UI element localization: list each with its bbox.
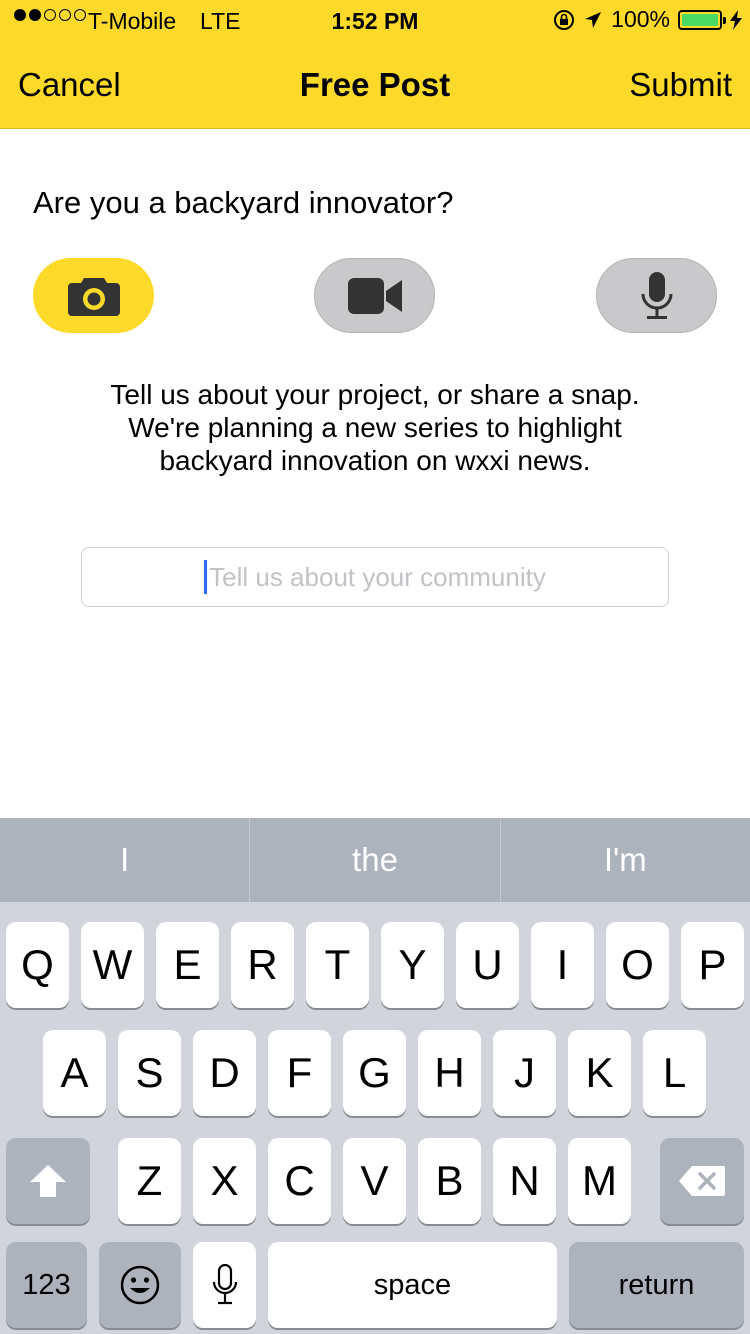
cancel-button[interactable]: Cancel xyxy=(18,66,121,104)
question-heading: Are you a backyard innovator? xyxy=(33,185,454,220)
community-input[interactable]: Tell us about your community xyxy=(81,547,669,607)
microphone-icon xyxy=(212,1264,237,1305)
shift-key[interactable] xyxy=(6,1138,90,1224)
key-e[interactable]: E xyxy=(156,922,219,1008)
microphone-icon xyxy=(641,271,672,319)
backspace-key[interactable] xyxy=(660,1138,744,1224)
emoji-key[interactable] xyxy=(99,1242,181,1328)
description-line: We're planning a new series to highlight xyxy=(128,412,622,443)
key-x[interactable]: X xyxy=(193,1138,256,1224)
dictation-key[interactable] xyxy=(193,1242,256,1328)
numbers-key[interactable]: 123 xyxy=(6,1242,87,1328)
photo-button[interactable] xyxy=(33,258,154,333)
key-s[interactable]: S xyxy=(118,1030,181,1116)
key-p[interactable]: P xyxy=(681,922,744,1008)
description-line: Tell us about your project, or share a s… xyxy=(110,379,640,410)
suggestion-item[interactable]: the xyxy=(249,818,499,902)
key-j[interactable]: J xyxy=(493,1030,556,1116)
suggestion-item[interactable]: I'm xyxy=(499,818,750,902)
key-o[interactable]: O xyxy=(606,922,669,1008)
emoji-icon xyxy=(120,1265,160,1305)
key-r[interactable]: R xyxy=(231,922,294,1008)
key-q[interactable]: Q xyxy=(6,922,69,1008)
key-a[interactable]: A xyxy=(43,1030,106,1116)
key-m[interactable]: M xyxy=(568,1138,631,1224)
key-b[interactable]: B xyxy=(418,1138,481,1224)
key-z[interactable]: Z xyxy=(118,1138,181,1224)
key-y[interactable]: Y xyxy=(381,922,444,1008)
key-d[interactable]: D xyxy=(193,1030,256,1116)
shift-arrow-icon xyxy=(30,1165,66,1197)
key-k[interactable]: K xyxy=(568,1030,631,1116)
key-i[interactable]: I xyxy=(531,922,594,1008)
charging-bolt-icon xyxy=(730,9,742,30)
video-button[interactable] xyxy=(314,258,435,333)
nav-bar: Cancel Free Post Submit xyxy=(0,40,750,128)
battery-percent: 100% xyxy=(611,6,670,32)
video-camera-icon xyxy=(347,277,402,314)
key-f[interactable]: F xyxy=(268,1030,331,1116)
key-g[interactable]: G xyxy=(343,1030,406,1116)
key-v[interactable]: V xyxy=(343,1138,406,1224)
battery-icon xyxy=(678,9,726,30)
audio-button[interactable] xyxy=(596,258,717,333)
description-line: backyard innovation on wxxi news. xyxy=(159,445,591,476)
header: T-Mobile LTE 1:52 PM 100% Cancel Free Po… xyxy=(0,0,750,129)
text-cursor xyxy=(204,560,208,594)
key-t[interactable]: T xyxy=(306,922,369,1008)
key-c[interactable]: C xyxy=(268,1138,331,1224)
key-w[interactable]: W xyxy=(81,922,144,1008)
submit-button[interactable]: Submit xyxy=(629,66,732,104)
suggestion-item[interactable]: I xyxy=(0,818,249,902)
input-placeholder: Tell us about your community xyxy=(209,561,546,592)
status-right: 100% xyxy=(553,6,742,33)
suggestion-bar: I the I'm xyxy=(0,818,750,902)
key-l[interactable]: L xyxy=(643,1030,706,1116)
keyboard: I the I'm Q W E R T Y U I O P A S D F G … xyxy=(0,818,750,1334)
orientation-lock-icon xyxy=(554,9,575,30)
status-bar: T-Mobile LTE 1:52 PM 100% xyxy=(0,0,750,40)
description-text: Tell us about your project, or share a s… xyxy=(0,378,750,477)
key-u[interactable]: U xyxy=(456,922,519,1008)
location-arrow-icon xyxy=(585,11,602,28)
backspace-icon xyxy=(679,1166,725,1196)
key-n[interactable]: N xyxy=(493,1138,556,1224)
key-h[interactable]: H xyxy=(418,1030,481,1116)
camera-icon xyxy=(67,277,120,316)
space-key[interactable]: space xyxy=(268,1242,557,1328)
return-key[interactable]: return xyxy=(569,1242,744,1328)
